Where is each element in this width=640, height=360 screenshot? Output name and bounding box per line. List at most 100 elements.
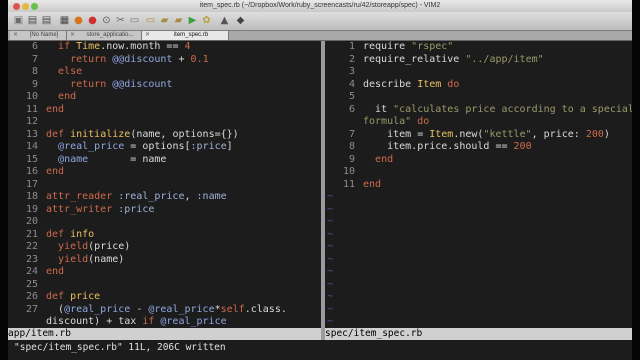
line-number: 1: [348, 41, 355, 52]
save-session-icon[interactable]: ▶: [186, 14, 199, 27]
copy-icon[interactable]: ▭: [128, 14, 141, 27]
code-line: 7 item = Item.new("kettle", price: 200): [325, 129, 632, 142]
code-token: item.price.should ==: [387, 141, 514, 152]
line-number: 26: [25, 291, 38, 302]
line-number: 7: [31, 53, 38, 65]
code-line: 10: [325, 166, 632, 179]
line-number: 10: [25, 91, 38, 102]
line-number: 14: [25, 141, 38, 152]
code-line: 3: [325, 66, 632, 79]
line-number: 19: [25, 203, 38, 215]
code-token: ): [603, 128, 610, 140]
tab-close-icon[interactable]: ✕: [70, 31, 75, 40]
code-line: 9 end: [325, 154, 632, 167]
line-number: 9: [348, 153, 355, 165]
tab-close-icon[interactable]: ✕: [145, 31, 150, 40]
open-file-icon[interactable]: ▣: [12, 14, 25, 27]
empty-buffer-line: ~: [325, 216, 632, 229]
code-token: do: [441, 78, 460, 90]
tab-item-spec[interactable]: ✕ item_spec.rb: [142, 31, 229, 40]
code-token: (price): [88, 241, 131, 252]
empty-buffer-line: ~: [325, 279, 632, 292]
code-token: = name: [88, 153, 167, 165]
code-token: end: [375, 153, 394, 165]
line-number: 20: [25, 216, 38, 227]
code-token: @@discount: [112, 78, 173, 90]
undo-icon[interactable]: ●: [72, 14, 85, 27]
tilde-marker: ~: [327, 303, 334, 315]
help-icon[interactable]: ◆: [234, 14, 247, 27]
tab-close-icon[interactable]: ✕: [13, 31, 18, 40]
right-editor-pane[interactable]: 1 require "rspec" 2 require_relative "../ap…: [325, 41, 632, 328]
code-token: "calculates price according to a special: [393, 103, 632, 115]
print-icon[interactable]: ▦: [58, 14, 71, 27]
line-number: 8: [31, 66, 38, 77]
line-number: 16: [25, 166, 38, 177]
tilde-marker: ~: [327, 253, 334, 265]
code-line: 26 def price: [8, 291, 321, 304]
code-token: .now.month ==: [100, 41, 185, 52]
code-token: :price: [190, 141, 227, 152]
code-token: @real_price: [64, 303, 131, 315]
line-number: 2: [348, 53, 355, 65]
window-title: item_spec.rb (~/Dropbox/Work/ruby_screen…: [199, 2, 441, 9]
code-line: 13 def initialize(name, options={}): [8, 129, 321, 142]
code-token: if: [58, 41, 77, 52]
save-icon[interactable]: ▤: [26, 14, 39, 27]
left-editor-pane[interactable]: 6 if Time.now.month == 47 return @@disco…: [8, 41, 321, 328]
empty-buffer-line: ~: [325, 191, 632, 204]
code-line: 7 return @@discount + 0.1: [8, 54, 321, 67]
tilde-marker: ~: [327, 216, 334, 227]
line-number: 6: [348, 103, 355, 115]
code-token: 4: [184, 41, 191, 52]
code-token: def: [46, 128, 71, 140]
save-all-icon[interactable]: ▤: [40, 14, 53, 27]
empty-buffer-line: ~: [325, 266, 632, 279]
code-token: do: [411, 116, 430, 127]
code-line: 11 end: [8, 104, 321, 117]
run-script-icon[interactable]: ✿: [200, 14, 213, 27]
toolbar: ▣ ▤ ▤ ▦ ● ● ⊙ ✂ ▭ ▭ ▰ ▰ ▶ ✿ ▲ ◆: [8, 12, 632, 31]
make-icon[interactable]: ▲: [218, 14, 231, 27]
empty-buffer-line: ~: [325, 291, 632, 304]
tilde-marker: ~: [327, 278, 334, 290]
empty-buffer-line: ~: [325, 204, 632, 217]
line-number: 12: [25, 116, 38, 127]
line-number: 9: [31, 78, 38, 90]
empty-buffer-line: ~: [325, 316, 632, 328]
paste-icon[interactable]: ▭: [144, 14, 157, 27]
code-token: it: [375, 103, 394, 115]
line-number: 11: [342, 178, 355, 190]
code-token: -: [130, 303, 149, 315]
redo-icon[interactable]: ●: [86, 14, 99, 27]
find-icon[interactable]: ⊙: [100, 14, 113, 27]
code-line: discount) + tax if @real_price: [8, 316, 321, 328]
code-line: 24 end: [8, 266, 321, 279]
tilde-marker: ~: [327, 241, 334, 252]
cut-icon[interactable]: ✂: [114, 14, 127, 27]
tab-no-name[interactable]: ✕ [No Name]: [10, 31, 67, 40]
code-line: 25: [8, 279, 321, 292]
find-replace-icon[interactable]: ▰: [158, 14, 171, 27]
code-token: attr_writer: [46, 203, 119, 215]
code-token: require: [363, 41, 412, 52]
code-token: yield: [58, 253, 89, 265]
code-token: (name): [88, 253, 125, 265]
tilde-marker: ~: [327, 316, 334, 327]
load-session-icon[interactable]: ▰: [172, 14, 185, 27]
line-number: 27: [25, 303, 38, 315]
command-line[interactable]: "spec/item_spec.rb" 11L, 206C written: [8, 340, 632, 360]
code-token: @name: [58, 153, 89, 165]
code-line: 12: [8, 116, 321, 129]
tab-store-application[interactable]: ✕ store_applicatio...: [67, 31, 142, 40]
code-token: @real_price: [58, 141, 125, 152]
empty-buffer-line: ~: [325, 241, 632, 254]
code-token: "rspec": [411, 41, 454, 52]
